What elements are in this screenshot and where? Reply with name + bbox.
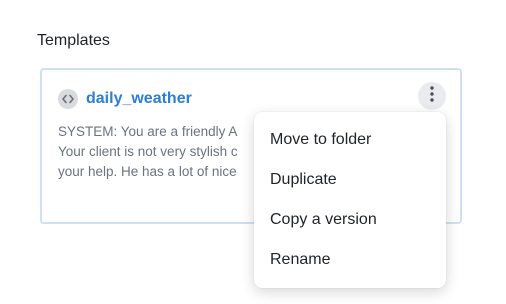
menu-item-move-to-folder[interactable]: Move to folder [254, 120, 446, 160]
menu-item-duplicate[interactable]: Duplicate [254, 160, 446, 200]
more-options-button[interactable] [418, 82, 446, 110]
menu-item-rename[interactable]: Rename [254, 240, 446, 280]
code-icon [58, 89, 78, 109]
menu-item-copy-version[interactable]: Copy a version [254, 200, 446, 240]
section-title: Templates [37, 32, 110, 49]
template-card-header: daily_weather [58, 87, 192, 111]
template-title-link[interactable]: daily_weather [86, 89, 192, 109]
context-menu: Move to folder Duplicate Copy a version … [254, 112, 446, 288]
templates-page: Templates daily_weather SYSTEM: You are … [0, 0, 506, 304]
more-vertical-icon [430, 85, 434, 107]
